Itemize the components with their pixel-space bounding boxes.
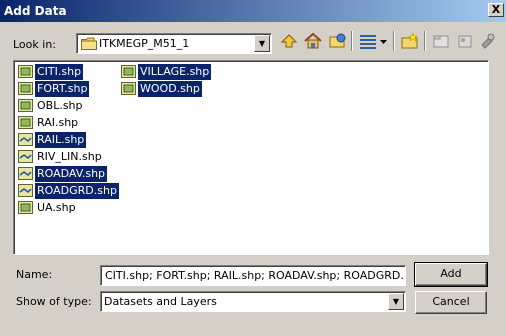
tools-icon[interactable] [478,30,498,52]
up-one-level-icon[interactable] [278,30,300,52]
gallery-icon[interactable] [454,30,476,52]
cancel-button[interactable]: Cancel [415,291,487,314]
new-folder-icon[interactable] [399,30,421,52]
file-name: RAIL.shp [35,132,87,148]
file-name: WOOD.shp [138,81,202,97]
polygon-shapefile-icon [18,65,33,78]
toolbar-separator [424,31,426,51]
file-list[interactable]: CITI.shp FORT.shp OBL.shp RAI.shp RAIL.shp RI… [13,60,489,255]
name-input[interactable]: CITI.shp; FORT.shp; RAIL.shp; ROADAV.shp… [100,265,406,286]
catalog-icon[interactable] [430,30,452,52]
polygon-shapefile-icon [18,201,33,214]
line-shapefile-icon [18,184,33,197]
connect-folder-icon[interactable] [326,30,348,52]
polygon-shapefile-icon [121,65,136,78]
line-shapefile-icon [18,150,33,163]
home-icon[interactable] [302,30,324,52]
name-label: Name: [16,268,53,281]
chevron-down-icon[interactable]: ▼ [254,35,270,52]
look-in-value: ITKMEGP_M51_1 [99,37,190,50]
file-name: OBL.shp [37,99,83,112]
toolbar-separator [351,31,353,51]
folder-icon [81,37,97,50]
close-button[interactable]: X [488,3,504,17]
file-name: CITI.shp [35,64,84,80]
file-name: VILLAGE.shp [138,64,212,80]
add-button[interactable]: Add [414,262,488,287]
file-name: ROADAV.shp [35,166,108,182]
view-list-icon[interactable] [357,30,379,52]
polygon-shapefile-icon [18,82,33,95]
file-name: FORT.shp [35,81,90,97]
chevron-down-icon[interactable]: ▼ [388,293,404,310]
polygon-shapefile-icon [121,82,136,95]
file-name: UA.shp [37,201,76,214]
line-shapefile-icon [18,167,33,180]
look-in-label: Look in: [13,38,56,51]
show-of-type-combobox[interactable]: Datasets and Layers ▼ [100,291,406,312]
add-data-dialog: Add Data X Look in: ITKMEGP_M51_1 ▼ CITI… [0,0,506,336]
show-of-type-value: Datasets and Layers [104,295,217,308]
window-title: Add Data [4,4,67,18]
toolbar-separator [393,31,395,51]
line-shapefile-icon [18,133,33,146]
file-name: RIV_LIN.shp [37,150,102,163]
file-name: ROADGRD.shp [35,183,119,199]
show-of-type-label: Show of type: [16,295,92,308]
title-bar[interactable]: Add Data X [0,0,506,22]
file-name: RAI.shp [37,116,79,129]
polygon-shapefile-icon [18,116,33,129]
look-in-combobox[interactable]: ITKMEGP_M51_1 ▼ [76,33,272,54]
view-dropdown-icon[interactable] [378,30,390,52]
polygon-shapefile-icon [18,99,33,112]
